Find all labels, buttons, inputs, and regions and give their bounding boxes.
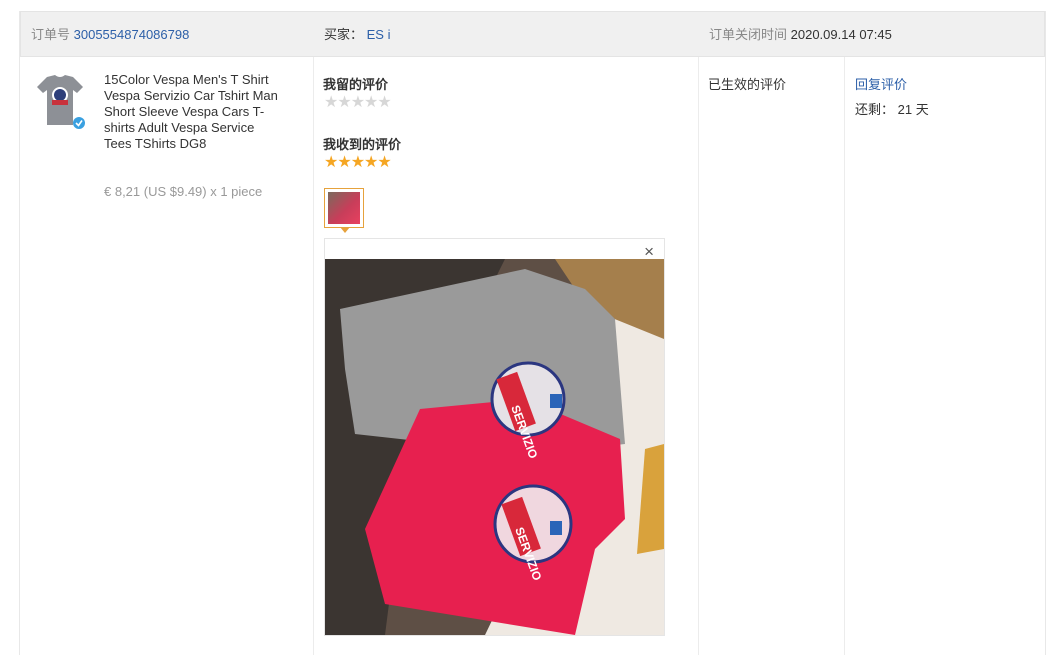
closed-time-label: 订单关闭时间 xyxy=(709,27,788,42)
star-empty-icon: ★ xyxy=(377,94,391,111)
order-number-label: 订单号 xyxy=(31,27,71,42)
review-photo: SERVIZIO SERVIZIO xyxy=(325,259,664,635)
remaining-label: 还剩： xyxy=(855,102,895,117)
remaining-value: 21 天 xyxy=(897,102,929,117)
my-review-label: 我留的评价 xyxy=(323,77,389,92)
closed-time-group: 订单关闭时间 2020.09.14 07:45 xyxy=(709,12,892,58)
star-empty-icon: ★ xyxy=(350,94,365,111)
order-number-link[interactable]: 3005554874086798 xyxy=(74,27,190,42)
star-full-icon: ★ xyxy=(324,154,338,171)
order-number-group: 订单号 3005554874086798 xyxy=(31,12,189,58)
tshirt-thumbnail-icon xyxy=(37,75,85,129)
column-divider xyxy=(844,57,845,655)
order-table: 订单号 3005554874086798 买家： ES i 订单关闭时间 202… xyxy=(19,11,1046,655)
order-row: 15Color Vespa Men's T Shirt Vespa Serviz… xyxy=(20,57,1045,655)
review-photo-thumbnail[interactable] xyxy=(324,188,364,228)
star-empty-icon: ★ xyxy=(324,94,338,111)
order-header: 订单号 3005554874086798 买家： ES i 订单关闭时间 202… xyxy=(20,11,1045,57)
review-photo-viewer: × SERVIZIO SERVIZIO xyxy=(324,238,665,636)
received-rating-stars: ★★★★★ xyxy=(324,154,392,171)
star-full-icon: ★ xyxy=(377,154,391,171)
buyer-link[interactable]: ES i xyxy=(367,27,391,42)
buyer-group: 买家： ES i xyxy=(324,12,390,58)
product-thumbnail[interactable] xyxy=(33,73,87,131)
closed-time-value: 2020.09.14 07:45 xyxy=(790,27,892,42)
star-full-icon: ★ xyxy=(364,154,378,171)
my-rating-stars: ★★★★★ xyxy=(324,94,392,111)
star-full-icon: ★ xyxy=(337,154,351,171)
effective-review-label: 已生效的评价 xyxy=(708,77,787,92)
product-title[interactable]: 15Color Vespa Men's T Shirt Vespa Serviz… xyxy=(104,72,284,152)
star-empty-icon: ★ xyxy=(337,94,351,111)
received-review-label: 我收到的评价 xyxy=(323,137,402,152)
selected-arrow-icon xyxy=(340,227,350,233)
column-divider xyxy=(313,57,314,655)
buyer-label: 买家： xyxy=(324,27,364,42)
remaining-time: 还剩： 21 天 xyxy=(855,99,929,118)
star-full-icon: ★ xyxy=(350,154,365,171)
reply-review-link[interactable]: 回复评价 xyxy=(855,74,907,93)
star-empty-icon: ★ xyxy=(364,94,378,111)
product-price: € 8,21 (US $9.49) x 1 piece xyxy=(104,184,263,199)
column-divider xyxy=(698,57,699,655)
